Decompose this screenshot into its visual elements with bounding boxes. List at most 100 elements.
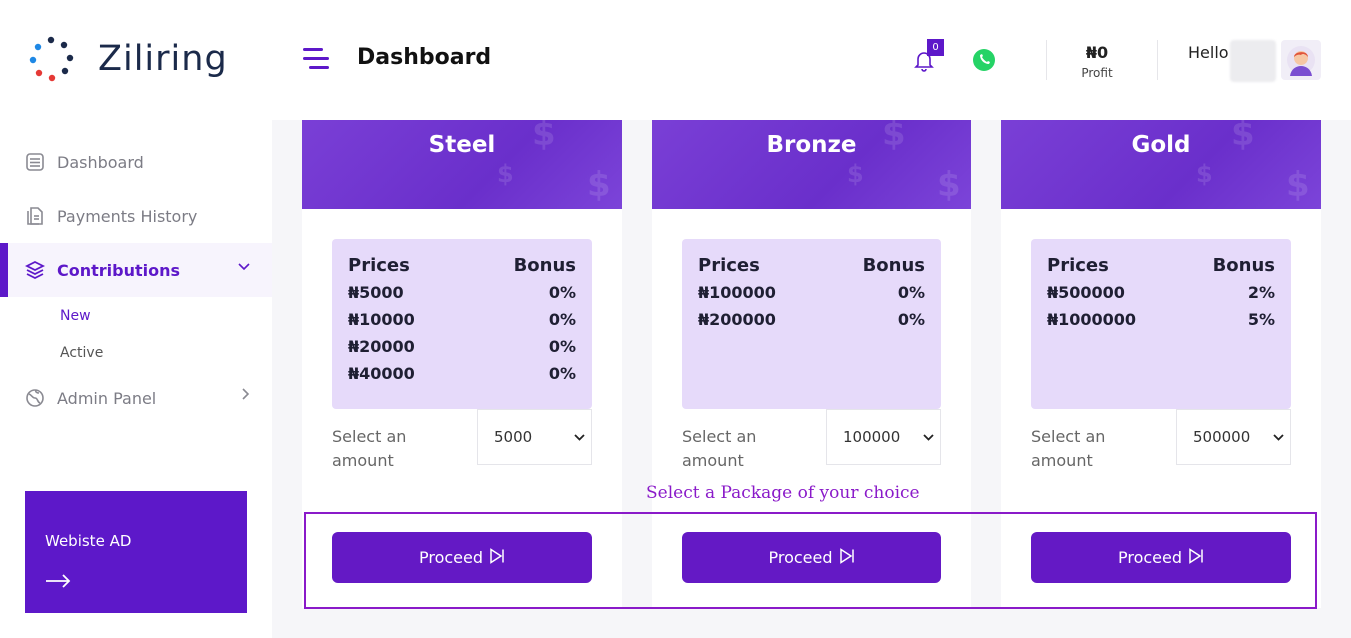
bonus-value: 5%: [1247, 310, 1275, 329]
sidebar-item-contributions[interactable]: Contributions: [0, 243, 272, 297]
profit-value: ₦0: [1085, 43, 1109, 62]
price-row: ₦20000 0%: [348, 333, 576, 360]
bonus-value: 2%: [1247, 283, 1275, 302]
sidebar-item-admin-panel[interactable]: Admin Panel: [0, 371, 272, 425]
price-value: ₦5000: [348, 283, 404, 302]
sidebar-item-label: Dashboard: [57, 152, 144, 172]
greeting-text: Hello: [1188, 43, 1229, 62]
username-redacted: [1230, 40, 1276, 82]
ad-text: Webiste AD: [45, 532, 132, 550]
bonus-value: 0%: [548, 364, 576, 383]
dashboard-icon: [24, 151, 46, 173]
price-row: ₦10000 0%: [348, 306, 576, 333]
dollar-decoration-icon: $: [497, 160, 514, 188]
sidebar-item-dashboard[interactable]: Dashboard: [0, 135, 272, 189]
sidebar-item-label: Payments History: [57, 206, 198, 226]
proceed-label: Proceed: [418, 548, 484, 567]
bonus-value: 0%: [897, 283, 925, 302]
price-value: ₦40000: [348, 364, 415, 383]
sidebar-item-label: Contributions: [57, 260, 181, 280]
select-amount-label: Select an amount: [682, 427, 757, 470]
selected-amount: 5000: [494, 428, 533, 446]
package-hint-text: Select a Package of your choice: [646, 483, 920, 503]
proceed-label: Proceed: [1117, 548, 1183, 567]
bonus-value: 0%: [548, 310, 576, 329]
price-row: ₦100000 0%: [698, 279, 925, 306]
select-amount-label: Select an amount: [332, 427, 407, 470]
chevron-down-icon: [923, 430, 934, 444]
price-row: ₦5000 0%: [348, 279, 576, 306]
selected-amount: 100000: [843, 428, 901, 446]
header-divider: [1157, 40, 1158, 80]
dollar-decoration-icon: $: [847, 160, 864, 188]
package-title: Bronze: [766, 132, 857, 158]
brand-name: Ziliring: [98, 39, 228, 79]
next-track-icon: [1188, 547, 1204, 568]
sidebar-item-label: Admin Panel: [57, 388, 157, 408]
selected-amount: 500000: [1193, 428, 1251, 446]
chevron-down-icon: [574, 430, 585, 444]
notification-count-badge: 0: [927, 39, 944, 56]
price-table: Prices Bonus ₦5000 0% ₦10000 0% ₦20000 0% ₦4…: [332, 239, 592, 409]
amount-select[interactable]: 500000: [1176, 409, 1291, 465]
top-header: Dashboard 0 ₦0 Profit Hello: [272, 0, 1351, 120]
next-track-icon: [489, 547, 505, 568]
proceed-label: Proceed: [768, 548, 833, 567]
layers-icon: [24, 259, 46, 281]
sidebar: Ziliring Dashboard Payments History Cont…: [0, 0, 272, 638]
price-table: Prices Bonus ₦500000 2% ₦1000000 5%: [1031, 239, 1291, 409]
price-value: ₦10000: [348, 310, 415, 329]
proceed-button[interactable]: Proceed: [682, 532, 941, 583]
next-track-icon: [839, 547, 855, 568]
payments-icon: [24, 205, 46, 227]
package-card-header: $ $ $ Steel: [302, 120, 622, 209]
price-row: ₦500000 2%: [1047, 279, 1275, 306]
sidebar-subitem-new[interactable]: New: [0, 297, 272, 334]
dollar-decoration-icon: $: [1286, 165, 1310, 205]
proceed-button[interactable]: Proceed: [332, 532, 592, 583]
bonus-header: Bonus: [862, 255, 925, 276]
bonus-value: 0%: [897, 310, 925, 329]
dollar-decoration-icon: $: [587, 165, 611, 205]
price-row: ₦200000 0%: [698, 306, 925, 333]
price-row: ₦40000 0%: [348, 360, 576, 387]
chevron-down-icon: [1273, 430, 1284, 444]
package-card-steel: $ $ $ Steel Prices Bonus ₦5000 0% ₦10000 0%…: [302, 120, 622, 608]
bonus-header: Bonus: [513, 255, 576, 276]
amount-select[interactable]: 5000: [477, 409, 592, 465]
dollar-decoration-icon: $: [1196, 160, 1213, 188]
price-row: ₦1000000 5%: [1047, 306, 1275, 333]
prices-header: Prices: [1047, 255, 1109, 276]
avatar[interactable]: [1281, 40, 1321, 80]
page-title: Dashboard: [357, 45, 492, 70]
bonus-value: 0%: [548, 283, 576, 302]
amount-select[interactable]: 100000: [826, 409, 941, 465]
proceed-button[interactable]: Proceed: [1031, 532, 1291, 583]
price-value: ₦20000: [348, 337, 415, 356]
price-table: Prices Bonus ₦100000 0% ₦200000 0%: [682, 239, 941, 409]
logo-mark-icon: [28, 36, 74, 82]
globe-icon: [24, 387, 46, 409]
price-value: ₦500000: [1047, 283, 1125, 302]
package-title: Gold: [1131, 132, 1191, 158]
brand-logo[interactable]: Ziliring: [28, 36, 228, 82]
price-value: ₦1000000: [1047, 310, 1137, 329]
header-divider: [1046, 40, 1047, 80]
sidebar-subitem-active[interactable]: Active: [0, 334, 272, 371]
menu-toggle-icon[interactable]: [303, 48, 329, 70]
whatsapp-icon[interactable]: [972, 48, 996, 72]
package-card-bronze: $ $ $ Bronze Prices Bonus ₦100000 0% ₦2000…: [652, 120, 971, 608]
select-amount-label: Select an amount: [1031, 427, 1106, 470]
profit-label: Profit: [1081, 66, 1113, 80]
price-value: ₦200000: [698, 310, 776, 329]
website-ad-banner[interactable]: Webiste AD: [25, 491, 247, 613]
chevron-down-icon: [238, 260, 250, 275]
prices-header: Prices: [698, 255, 760, 276]
dollar-decoration-icon: $: [937, 165, 961, 205]
arrow-right-icon: [45, 569, 71, 594]
prices-header: Prices: [348, 255, 410, 276]
package-card-header: $ $ $ Bronze: [652, 120, 971, 209]
package-card-gold: $ $ $ Gold Prices Bonus ₦500000 2% ₦100000…: [1001, 120, 1321, 608]
sidebar-item-payments-history[interactable]: Payments History: [0, 189, 272, 243]
package-title: Steel: [428, 132, 496, 158]
